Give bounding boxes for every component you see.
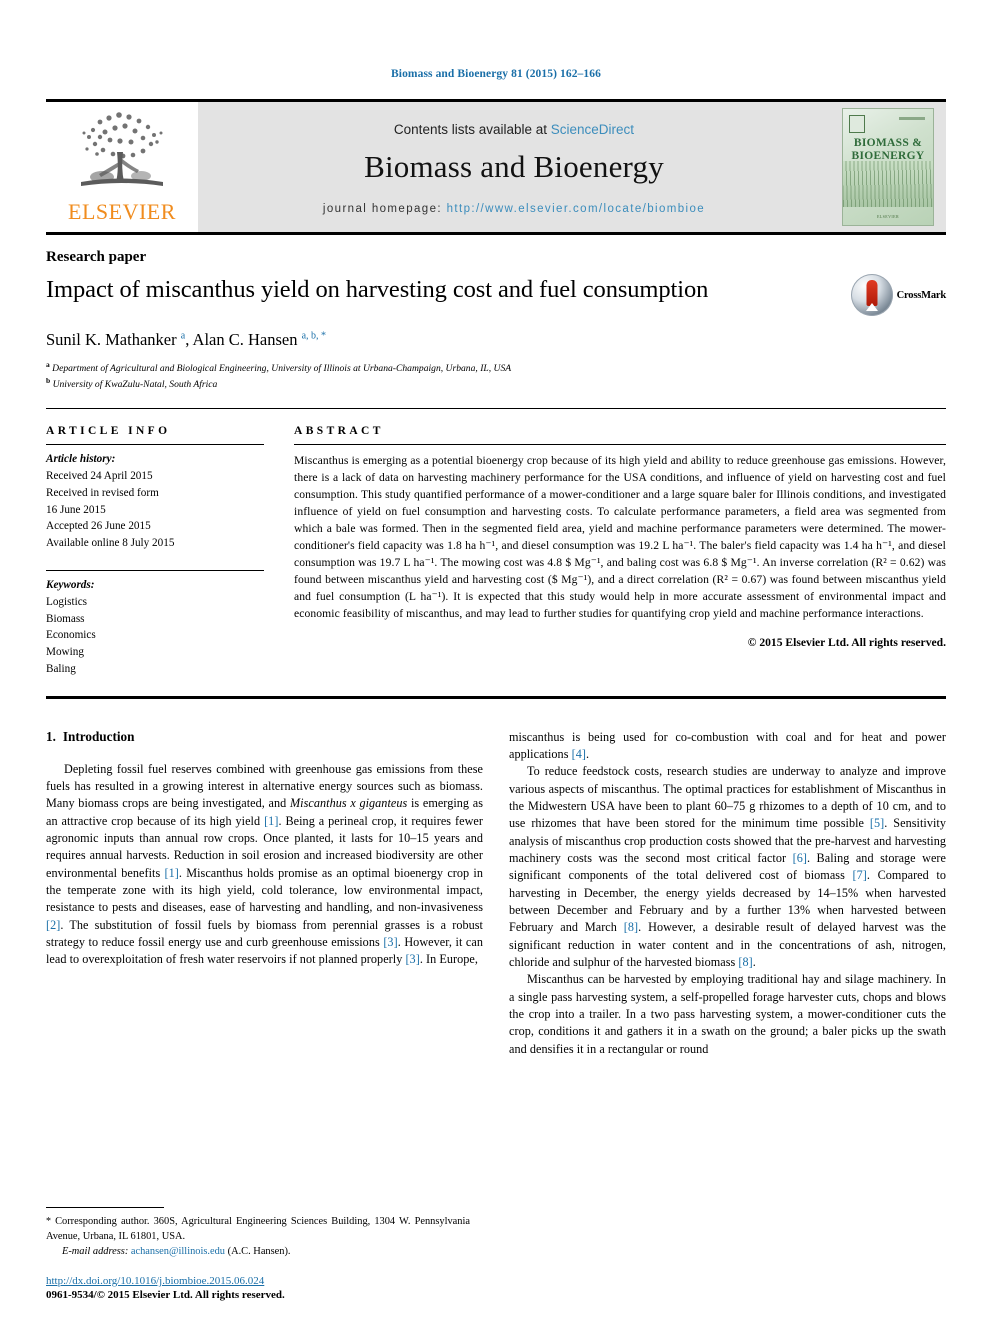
affiliation-marker: b: [46, 376, 51, 386]
running-head: Biomass and Bioenergy 81 (2015) 162–166: [391, 68, 601, 80]
history-item: Available online 8 July 2015: [46, 537, 175, 550]
abstract-heading: ABSTRACT: [294, 425, 384, 438]
body-paragraph: Depleting fossil fuel reserves combined …: [46, 761, 484, 967]
journal-title: Biomass and Bioenergy: [364, 148, 664, 184]
contents-line: Contents lists available at ScienceDirec…: [394, 122, 634, 137]
keyword-items: Logistics Biomass Economics Mowing Baling: [46, 594, 264, 678]
cover-top-rule: [899, 117, 925, 120]
article-history-heading: Article history:: [46, 453, 116, 466]
cover-title: BIOMASS & BIOENERGY: [851, 137, 925, 162]
doi-link[interactable]: http://dx.doi.org/10.1016/j.biombioe.201…: [46, 1275, 470, 1287]
article-first-page: Biomass and Bioenergy 81 (2015) 162–166: [0, 0, 992, 1323]
email-link[interactable]: achansen@illinois.edu: [131, 1246, 225, 1257]
section-title: Introduction: [62, 728, 135, 744]
history-item: Accepted 26 June 2015: [46, 520, 151, 533]
homepage-label: journal homepage:: [322, 202, 442, 215]
article-info-rule: [46, 444, 264, 446]
citation-ref[interactable]: [5]: [870, 816, 884, 830]
masthead-bottom-rule: [46, 232, 946, 235]
page-title: Impact of miscanthus yield on harvesting…: [46, 276, 709, 303]
citation-ref[interactable]: [7]: [853, 868, 867, 882]
citation-ref[interactable]: [1]: [264, 814, 278, 828]
abstract-copyright: © 2015 Elsevier Ltd. All rights reserved…: [747, 635, 946, 649]
article-category: Research paper: [46, 249, 147, 265]
journal-cover-thumbnail: BIOMASS &BIOENERGY ISSN 0961-9534 ELSEVI…: [830, 102, 946, 232]
keyword-item: Baling: [46, 662, 76, 675]
elsevier-wordmark: ELSEVIER: [68, 199, 176, 224]
citation-ref[interactable]: [6]: [793, 851, 807, 865]
citation-ref[interactable]: [8]: [624, 920, 638, 934]
history-items: Received 24 April 2015 Received in revise…: [46, 468, 264, 552]
body-column-right: miscanthus is being used for co-combusti…: [509, 729, 946, 1058]
affiliation-item: a Department of Agricultural and Biologi…: [46, 360, 512, 375]
journal-homepage-line: journal homepage: http://www.elsevier.co…: [323, 203, 705, 215]
keyword-item: Mowing: [46, 646, 84, 659]
homepage-url-link[interactable]: http://www.elsevier.com/locate/biombioe: [447, 203, 706, 215]
citation-ref[interactable]: [3]: [405, 952, 419, 966]
info-abstract-band: ARTICLE INFO Article history: Received 2…: [46, 409, 946, 678]
keywords-block: Keywords: Logistics Biomass Economics Mowin…: [46, 577, 264, 678]
cover-image: BIOMASS &BIOENERGY ISSN 0961-9534 ELSEVI…: [842, 108, 934, 226]
masthead-center: Contents lists available at ScienceDirec…: [198, 102, 830, 232]
citation-ref[interactable]: [4]: [572, 747, 586, 761]
citation-ref[interactable]: [1]: [165, 866, 179, 880]
right-column-paragraphs: miscanthus is being used for co-combusti…: [509, 729, 946, 1058]
cover-grass-artwork: [843, 161, 933, 207]
author-list: Sunil K. Mathanker a, Alan C. Hansen a, …: [46, 330, 327, 349]
history-item: 16 June 2015: [46, 503, 106, 516]
body-paragraph: Miscanthus can be harvested by employing…: [509, 972, 946, 1056]
title-row: Impact of miscanthus yield on harvesting…: [46, 272, 946, 316]
sciencedirect-link[interactable]: ScienceDirect: [551, 122, 634, 137]
affiliation-list: a Department of Agricultural and Biologi…: [46, 360, 946, 392]
keyword-item: Logistics: [46, 595, 88, 608]
article-info-column: ARTICLE INFO Article history: Received 2…: [46, 425, 264, 678]
cover-footer: ELSEVIER: [876, 214, 900, 219]
history-item: Received 24 April 2015: [46, 469, 153, 482]
section-number: 1.: [46, 728, 56, 744]
affiliation-item: b University of KwaZulu-Natal, South Afr…: [46, 376, 218, 391]
affiliation-marker: a: [46, 360, 50, 369]
email-suffix: (A.C. Hansen).: [227, 1246, 291, 1258]
history-item: Received in revised form: [46, 486, 159, 499]
citation-ref[interactable]: [8]: [738, 955, 752, 969]
section-heading-introduction: 1. Introduction: [46, 729, 483, 745]
article-history: Article history: Received 24 April 2015 R…: [46, 451, 264, 552]
keyword-item: Economics: [46, 629, 96, 642]
corresponding-author-note: * Corresponding author. 360S, Agricultur…: [46, 1215, 470, 1260]
email-label: E-mail address:: [62, 1246, 129, 1258]
citation-ref[interactable]: [3]: [383, 935, 397, 949]
abstract-text: Miscanthus is emerging as a potential bi…: [294, 454, 946, 621]
article-info-heading: ARTICLE INFO: [46, 425, 171, 438]
contents-text: Contents lists available at: [393, 121, 548, 137]
body-paragraph: To reduce feedstock costs, research stud…: [509, 764, 947, 970]
left-column-paragraphs: Depleting fossil fuel reserves combined …: [46, 761, 483, 969]
band-bottom-rule: [46, 695, 946, 699]
keywords-heading: Keywords:: [46, 578, 95, 591]
body-column-left: 1. Introduction Depleting fossil fuel res…: [46, 729, 483, 1058]
crossmark-icon: [850, 274, 893, 316]
crossmark-label: CrossMark: [896, 289, 947, 301]
keywords-rule: [46, 569, 264, 571]
journal-masthead: ELSEVIER Contents lists available at Sci…: [46, 102, 946, 232]
abstract-rule: [294, 444, 946, 446]
abstract-column: ABSTRACT Miscanthus is emerging as a pot…: [294, 425, 946, 678]
corresponding-text: Corresponding author. 360S, Agricultural…: [46, 1216, 470, 1243]
elsevier-tree-icon: [81, 112, 163, 186]
citation-ref[interactable]: [2]: [46, 918, 60, 932]
crossmark-badge[interactable]: CrossMark: [828, 274, 946, 316]
body-columns: 1. Introduction Depleting fossil fuel res…: [46, 729, 946, 1058]
cover-publisher-mark-icon: [849, 115, 865, 133]
issn-copyright-line: 0961-9534/© 2015 Elsevier Ltd. All right…: [46, 1289, 285, 1301]
elsevier-logo: ELSEVIER: [46, 102, 198, 232]
footnote-block: * Corresponding author. 360S, Agricultur…: [46, 1207, 470, 1301]
body-paragraph: miscanthus is being used for co-combusti…: [509, 729, 946, 762]
footnote-rule: [46, 1207, 164, 1209]
corresponding-marker: *: [46, 1216, 51, 1228]
keyword-item: Biomass: [46, 612, 85, 625]
